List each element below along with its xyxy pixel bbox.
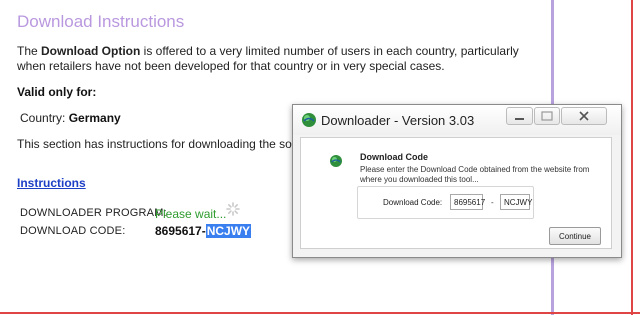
dialog-title: Downloader - Version 3.03: [321, 113, 475, 128]
loading-spinner-icon: [226, 202, 240, 216]
code-part2-highlighted[interactable]: NCJWY: [205, 224, 252, 238]
code-label: DOWNLOAD CODE:: [20, 225, 126, 237]
download-code-heading: Download Code: [360, 152, 428, 162]
code-part1: 8695617-: [155, 224, 206, 238]
intro-paragraph: The Download Option is offered to a very…: [17, 44, 532, 74]
download-code-label: Download Code:: [383, 198, 443, 207]
close-icon: [579, 111, 589, 121]
intro-prefix: The: [17, 44, 42, 58]
maximize-icon: [541, 111, 553, 121]
program-label: DOWNLOADER PROGRAM:: [20, 207, 167, 219]
valid-label: Valid only for:: [17, 85, 97, 99]
downloader-dialog: Downloader - Version 3.03 Download Code …: [292, 104, 622, 258]
close-button[interactable]: [561, 107, 607, 125]
page-title: Download Instructions: [17, 12, 185, 31]
globe-icon: [330, 155, 342, 167]
country-line: Country: Germany: [20, 111, 121, 125]
country-label: Country:: [20, 111, 69, 125]
program-status: Please wait...: [155, 207, 227, 221]
frame-right-line: [631, 0, 633, 315]
continue-button[interactable]: Continue: [549, 227, 601, 245]
download-code-field-2[interactable]: NCJWY: [500, 194, 532, 210]
download-code-group: Download Code: 8695617 - NCJWY: [357, 186, 534, 219]
dialog-titlebar[interactable]: Downloader - Version 3.03: [293, 105, 621, 135]
maximize-button[interactable]: [534, 107, 560, 125]
download-code-value: 8695617-NCJWY: [155, 224, 252, 238]
code-separator: -: [491, 198, 494, 207]
download-code-description: Please enter the Download Code obtained …: [360, 165, 590, 184]
minimize-icon: [515, 118, 524, 120]
intro-bold: Download Option: [41, 44, 141, 58]
country-value: Germany: [68, 111, 121, 125]
download-code-field-1[interactable]: 8695617: [450, 194, 485, 210]
instructions-link[interactable]: Instructions: [17, 176, 86, 190]
minimize-button[interactable]: [506, 107, 533, 125]
frame-bottom-line: [0, 312, 640, 314]
globe-icon: [302, 113, 316, 127]
